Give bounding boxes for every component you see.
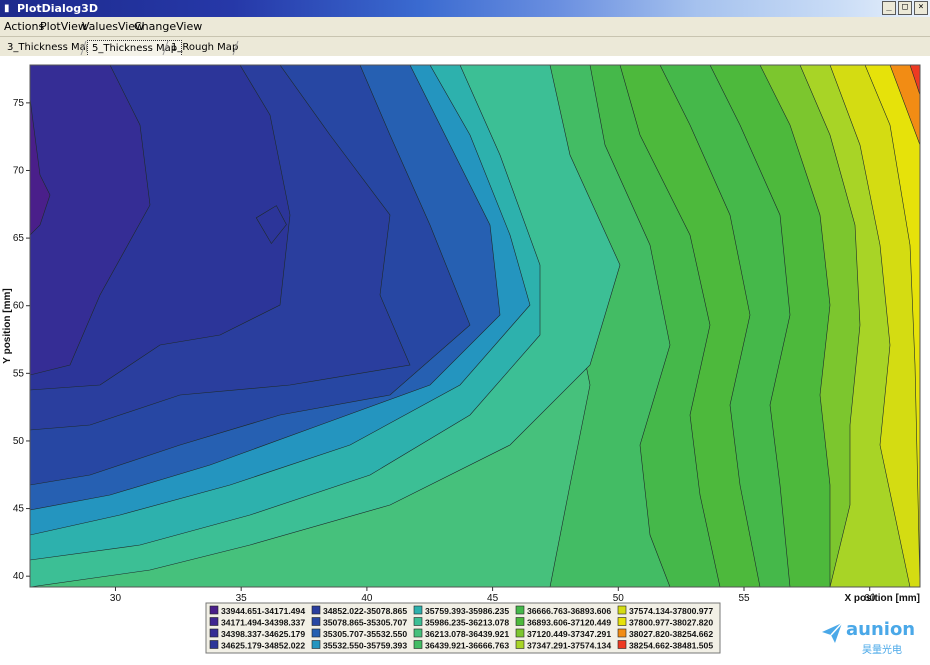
legend-label: 36893.606-37120.449	[527, 618, 611, 628]
legend-swatch	[515, 617, 525, 626]
legend-swatch	[311, 628, 321, 638]
window-title: PlotDialog3D	[17, 2, 98, 15]
legend-swatch	[413, 640, 423, 649]
legend-label: 35305.707-35532.550	[323, 629, 407, 639]
legend-label: 37120.449-37347.291	[527, 629, 611, 639]
legend-swatch	[617, 617, 627, 626]
tab-separator	[232, 40, 239, 56]
legend-label: 34171.494-34398.337	[221, 618, 305, 628]
plot-icon: ▮	[4, 3, 10, 14]
x-tick-label: 55	[738, 593, 750, 604]
legend-label: 37347.291-37574.134	[527, 641, 611, 651]
legend-label: 35078.865-35305.707	[323, 618, 407, 628]
legend: 33944.651-34171.49434171.494-34398.33734…	[205, 602, 721, 654]
legend-swatch	[209, 628, 219, 638]
legend-swatch	[617, 605, 627, 615]
restore-button[interactable]: □	[898, 1, 912, 15]
y-tick-label: 45	[13, 504, 25, 515]
thickness-contour-chart: 30 35 40 45 50 55 604045505560657075X position…	[0, 56, 930, 665]
plot-area	[30, 65, 920, 587]
y-tick-label: 60	[13, 301, 25, 312]
y-tick-label: 55	[13, 368, 25, 379]
y-tick-label: 40	[13, 571, 25, 582]
y-tick-label: 70	[13, 165, 25, 176]
x-tick-label: 45	[487, 593, 499, 604]
legend-swatch	[311, 605, 321, 615]
legend-label: 35759.393-35986.235	[425, 606, 509, 616]
legend-swatch	[209, 640, 219, 649]
menu-actions[interactable]: Actions	[4, 20, 44, 33]
x-tick-label: 50	[613, 593, 625, 604]
legend-swatch	[413, 605, 423, 615]
legend-label: 37800.977-38027.820	[629, 618, 713, 628]
title-bar: ▮ PlotDialog3D _ □ ×	[0, 0, 930, 17]
watermark: aunion 昊量光电	[820, 617, 920, 657]
legend-label: 36213.078-36439.921	[425, 629, 509, 639]
legend-label: 36666.763-36893.606	[527, 606, 611, 616]
legend-swatch	[617, 628, 627, 638]
legend-swatch	[515, 605, 525, 615]
legend-label: 35986.235-36213.078	[425, 618, 509, 628]
minimize-button[interactable]: _	[882, 1, 896, 15]
legend-swatch	[209, 605, 219, 615]
legend-swatch	[311, 640, 321, 649]
legend-label: 37574.134-37800.977	[629, 606, 713, 616]
x-tick-label: 40	[361, 593, 373, 604]
y-tick-label: 50	[13, 436, 25, 447]
menu-plotview[interactable]: PlotView	[40, 20, 87, 33]
watermark-sub: 昊量光电	[862, 645, 902, 656]
close-button[interactable]: ×	[914, 1, 928, 15]
legend-swatch	[413, 628, 423, 638]
legend-label: 35532.550-35759.393	[323, 641, 407, 651]
legend-swatch	[515, 640, 525, 649]
legend-swatch	[515, 628, 525, 638]
x-tick-label: 30	[110, 593, 122, 604]
watermark-brand: aunion	[846, 619, 916, 640]
paper-plane-icon	[822, 622, 843, 643]
legend-label: 36439.921-36666.763	[425, 641, 509, 651]
y-tick-label: 75	[13, 98, 25, 109]
x-tick-label: 35	[236, 593, 248, 604]
tab-1-rough-map[interactable]: 1_Rough Map	[167, 40, 242, 55]
menu-bar: Actions PlotView ValuesView ChangeView	[0, 17, 930, 37]
legend-label: 38027.820-38254.662	[629, 629, 713, 639]
legend-label: 34398.337-34625.179	[221, 629, 305, 639]
legend-swatch	[617, 640, 627, 649]
legend-label: 38254.662-38481.505	[629, 641, 713, 651]
legend-swatch	[413, 617, 423, 626]
legend-label: 34852.022-35078.865	[323, 606, 407, 616]
tab-bar: 3_Thickness Map 5_Thickness Map 1_Rough …	[0, 37, 930, 57]
x-axis-label: X position [mm]	[844, 593, 920, 604]
y-axis-label: Y position [mm]	[2, 288, 13, 363]
window-controls: _ □ ×	[882, 1, 928, 15]
menu-changeview[interactable]: ChangeView	[134, 20, 202, 33]
legend-label: 33944.651-34171.494	[221, 606, 305, 616]
y-tick-label: 65	[13, 233, 25, 244]
legend-label: 34625.179-34852.022	[221, 641, 305, 651]
legend-swatch	[311, 617, 321, 626]
legend-swatch	[209, 617, 219, 626]
